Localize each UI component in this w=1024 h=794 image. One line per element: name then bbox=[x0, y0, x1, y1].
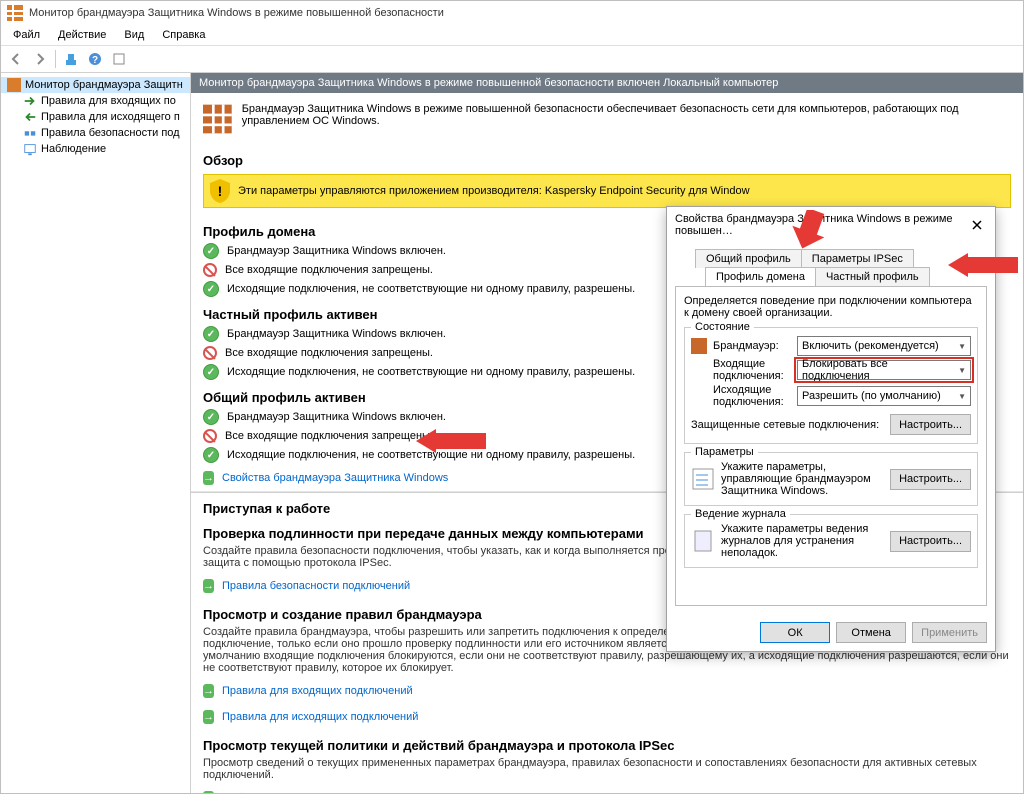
menu-help[interactable]: Справка bbox=[154, 27, 213, 43]
back-button[interactable] bbox=[5, 48, 27, 70]
tree-root[interactable]: Монитор брандмауэра Защитн bbox=[1, 77, 190, 93]
menu-view[interactable]: Вид bbox=[116, 27, 152, 43]
state-legend: Состояние bbox=[691, 321, 754, 333]
arrow-icon bbox=[203, 791, 214, 793]
tree-monitoring[interactable]: Наблюдение bbox=[1, 141, 190, 157]
check-icon bbox=[203, 409, 219, 425]
configure-log-button[interactable]: Настроить... bbox=[890, 531, 971, 552]
arrow-icon bbox=[203, 579, 214, 593]
tab-public[interactable]: Общий профиль bbox=[695, 249, 802, 268]
arrow-icon bbox=[203, 471, 214, 485]
outbound-icon bbox=[23, 110, 37, 124]
protected-conn-label: Защищенные сетевые подключения: bbox=[691, 419, 884, 431]
overview-title: Обзор bbox=[191, 145, 1023, 170]
consec-rules-link[interactable]: Правила безопасности подключений bbox=[222, 580, 410, 592]
notebook-icon bbox=[691, 529, 715, 553]
svg-text:!: ! bbox=[218, 183, 223, 199]
firewall-icon bbox=[7, 5, 23, 21]
close-button[interactable] bbox=[968, 216, 987, 234]
check-icon bbox=[203, 281, 219, 297]
nav-tree[interactable]: Монитор брандмауэра Защитн Правила для в… bbox=[1, 73, 191, 793]
cancel-button[interactable]: Отмена bbox=[836, 622, 906, 643]
outbound-rules-link[interactable]: Правила для исходящих подключений bbox=[222, 711, 418, 723]
params-legend: Параметры bbox=[691, 446, 758, 458]
check-icon bbox=[203, 447, 219, 463]
monitoring-link[interactable]: Наблюдение bbox=[222, 792, 287, 793]
up-button[interactable] bbox=[60, 48, 82, 70]
help-button[interactable]: ? bbox=[84, 48, 106, 70]
intro-text: Брандмауэр Защитника Windows в режиме по… bbox=[242, 103, 1011, 127]
checklist-icon bbox=[691, 467, 715, 491]
tab-private[interactable]: Частный профиль bbox=[815, 267, 930, 286]
menu-file[interactable]: Файл bbox=[5, 27, 48, 43]
outbound-label: Исходящие подключения: bbox=[713, 384, 791, 408]
tree-outbound[interactable]: Правила для исходящего п bbox=[1, 109, 190, 125]
firewall-icon bbox=[7, 78, 21, 92]
outbound-combo[interactable]: Разрешить (по умолчанию)▼ bbox=[797, 386, 971, 406]
separator bbox=[55, 50, 56, 68]
tree-inbound[interactable]: Правила для входящих по bbox=[1, 93, 190, 109]
firewall-state-combo[interactable]: Включить (рекомендуется)▼ bbox=[797, 336, 971, 356]
deny-icon bbox=[203, 429, 217, 443]
deny-icon bbox=[203, 346, 217, 360]
configure-netconn-button[interactable]: Настроить... bbox=[890, 414, 971, 435]
params-text: Укажите параметры, управляющие брандмауэ… bbox=[721, 461, 884, 497]
monitoring-icon bbox=[23, 142, 37, 156]
apply-button[interactable]: Применить bbox=[912, 622, 987, 643]
window-title: Монитор брандмауэра Защитника Windows в … bbox=[29, 7, 444, 19]
menubar: Файл Действие Вид Справка bbox=[1, 25, 1023, 46]
gs-policy-desc: Просмотр сведений о текущих примененных … bbox=[191, 757, 1023, 785]
dialog-title: Свойства брандмауэра Защитника Windows в… bbox=[675, 213, 968, 237]
content-header: Монитор брандмауэра Защитника Windows в … bbox=[191, 73, 1023, 93]
arrow-icon bbox=[203, 684, 214, 698]
intro-row: Брандмауэр Защитника Windows в режиме по… bbox=[191, 93, 1023, 145]
tab-ipsec[interactable]: Параметры IPSec bbox=[801, 249, 914, 268]
firewall-large-icon bbox=[203, 103, 232, 135]
menu-action[interactable]: Действие bbox=[50, 27, 114, 43]
policy-alert: ! Эти параметры управляются приложением … bbox=[203, 174, 1011, 208]
dialog-desc: Определяется поведение при подключении к… bbox=[684, 295, 978, 319]
gs-policy-title: Просмотр текущей политики и действий бра… bbox=[191, 730, 1023, 757]
check-icon bbox=[203, 326, 219, 342]
deny-icon bbox=[203, 263, 217, 277]
toolbar: ? bbox=[1, 46, 1023, 73]
tab-content: Определяется поведение при подключении к… bbox=[675, 286, 987, 606]
tab-domain[interactable]: Профиль домена bbox=[705, 267, 816, 286]
ok-button[interactable]: ОК bbox=[760, 622, 830, 643]
log-legend: Ведение журнала bbox=[691, 508, 790, 520]
firewall-label: Брандмауэр: bbox=[713, 340, 791, 352]
consec-icon bbox=[23, 126, 37, 140]
firewall-properties-dialog[interactable]: Свойства брандмауэра Защитника Windows в… bbox=[666, 206, 996, 652]
tree-consec[interactable]: Правила безопасности под bbox=[1, 125, 190, 141]
check-icon bbox=[203, 364, 219, 380]
check-icon bbox=[203, 243, 219, 259]
arrow-icon bbox=[203, 710, 214, 724]
inbound-icon bbox=[23, 94, 37, 108]
firewall-icon bbox=[691, 338, 707, 354]
shield-warning-icon: ! bbox=[210, 179, 230, 203]
log-text: Укажите параметры ведения журналов для у… bbox=[721, 523, 884, 559]
inbound-rules-link[interactable]: Правила для входящих подключений bbox=[222, 685, 413, 697]
forward-button[interactable] bbox=[29, 48, 51, 70]
firewall-properties-link[interactable]: Свойства брандмауэра Защитника Windows bbox=[222, 472, 448, 484]
refresh-button[interactable] bbox=[108, 48, 130, 70]
configure-params-button[interactable]: Настроить... bbox=[890, 469, 971, 490]
titlebar[interactable]: Монитор брандмауэра Защитника Windows в … bbox=[1, 1, 1023, 25]
inbound-combo[interactable]: Блокировать все подключения▼ bbox=[797, 360, 971, 380]
inbound-label: Входящие подключения: bbox=[713, 358, 791, 382]
svg-text:?: ? bbox=[92, 55, 98, 66]
